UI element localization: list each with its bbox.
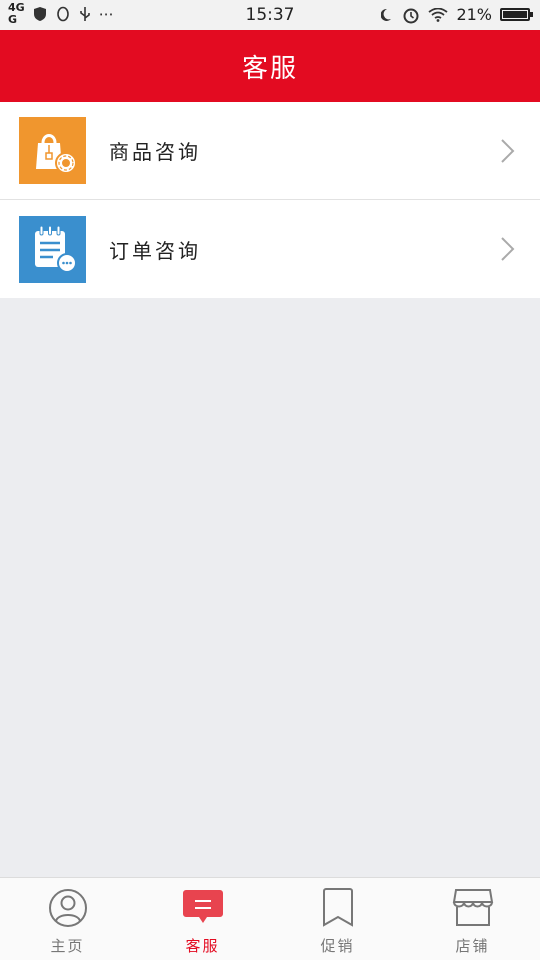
app-header: 客服: [0, 30, 540, 102]
status-bar: 4G G ⋯ 15:37 21%: [0, 0, 540, 30]
tab-promotions[interactable]: 促销: [270, 878, 405, 960]
moon-icon: [381, 8, 392, 21]
tab-service[interactable]: 客服: [135, 878, 270, 960]
battery-icon: [500, 8, 533, 21]
menu-item-product-consult[interactable]: 商品咨询: [0, 102, 540, 200]
menu-item-order-consult[interactable]: 订单咨询: [0, 200, 540, 298]
page-title: 客服: [241, 53, 298, 84]
chevron-right-icon: [501, 237, 515, 261]
chat-bubble-icon: [181, 886, 225, 930]
tab-home[interactable]: 主页: [0, 878, 135, 960]
store-icon: [451, 886, 495, 930]
tab-label: 客服: [185, 937, 220, 955]
status-right: 21%: [381, 5, 533, 24]
shopping-bag-icon: [19, 117, 86, 184]
tab-label: 促销: [320, 937, 355, 955]
menu-item-label: 商品咨询: [109, 140, 201, 164]
consult-menu: 商品咨询 订单咨询: [0, 102, 540, 298]
bookmark-icon: [316, 886, 360, 930]
tab-label: 主页: [50, 937, 85, 955]
tab-store[interactable]: 店铺: [405, 878, 540, 960]
user-circle-icon: [46, 886, 90, 930]
bottom-tab-bar: 主页 客服 促销 店铺: [0, 877, 540, 960]
alarm-icon: [403, 8, 419, 23]
menu-item-label: 订单咨询: [109, 238, 201, 263]
chevron-right-icon: [501, 139, 515, 163]
battery-percent: 21%: [456, 5, 492, 24]
order-notepad-icon: [19, 215, 86, 283]
tab-label: 店铺: [455, 937, 490, 955]
wifi-icon: [428, 7, 448, 22]
